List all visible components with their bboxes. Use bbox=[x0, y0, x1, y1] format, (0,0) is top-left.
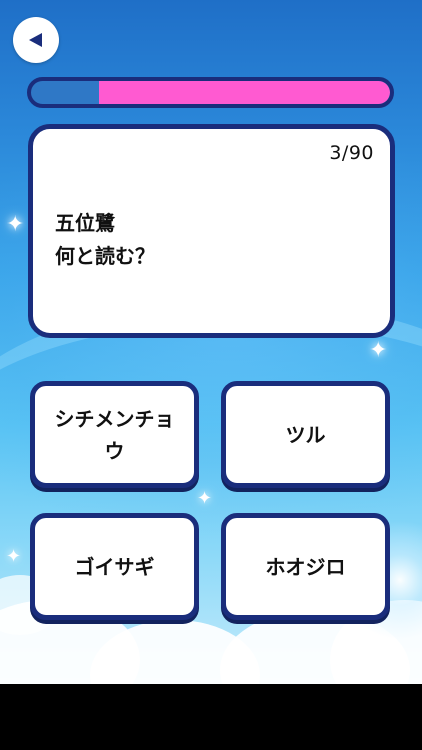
sparkle-icon: ✦ bbox=[6, 212, 25, 237]
back-button[interactable] bbox=[13, 17, 59, 63]
question-word: 五位鷺 bbox=[55, 211, 115, 235]
answer-button-3[interactable]: ゴイサギ bbox=[30, 513, 199, 620]
question-text: 五位鷺 何と読む？ bbox=[55, 207, 155, 273]
sparkle-icon: ✦ bbox=[6, 546, 22, 567]
sparkle-icon: ✦ bbox=[369, 338, 388, 363]
quiz-screen: ✦ ✦ ✦ ✦ 3/90 五位鷺 何と読む？ シチメンチョウ ツル ゴイサギ ホ… bbox=[0, 0, 422, 684]
progress-fill bbox=[99, 81, 390, 104]
answer-button-2[interactable]: ツル bbox=[221, 381, 390, 488]
progress-bar bbox=[27, 77, 394, 108]
answer-button-4[interactable]: ホオジロ bbox=[221, 513, 390, 620]
question-prompt: 何と読む？ bbox=[55, 244, 155, 268]
answer-button-1[interactable]: シチメンチョウ bbox=[30, 381, 199, 488]
question-card: 3/90 五位鷺 何と読む？ bbox=[28, 124, 395, 338]
bottom-bar bbox=[0, 684, 422, 750]
back-arrow-icon bbox=[28, 33, 42, 47]
sparkle-icon: ✦ bbox=[197, 488, 213, 509]
question-counter: 3/90 bbox=[329, 142, 374, 164]
